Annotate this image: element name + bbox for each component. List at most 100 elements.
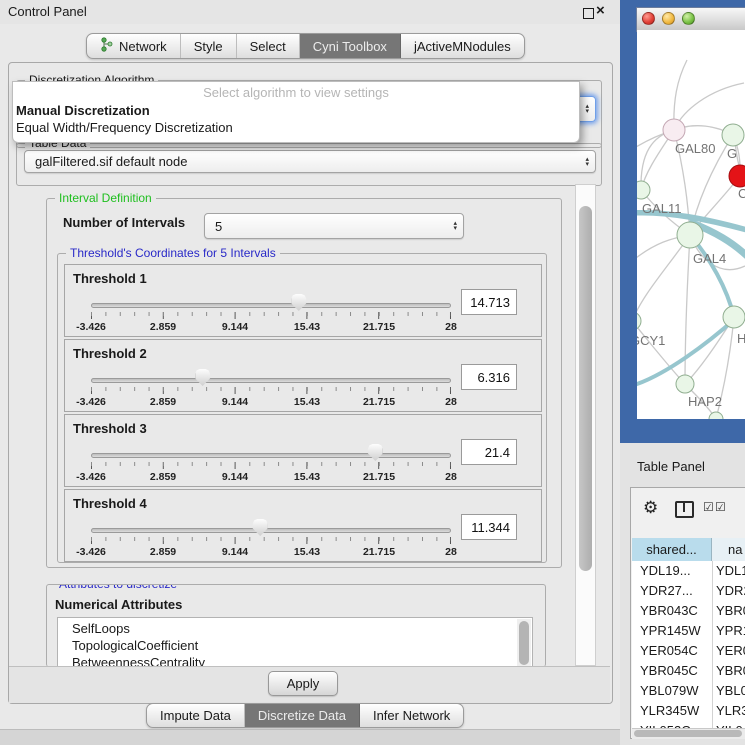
list-scrollbar-thumb[interactable] [519,621,529,665]
tab-jactivemnodules[interactable]: jActiveMNodules [401,34,524,58]
node-label-gal4: GAL4 [693,251,726,266]
tab-select-label: Select [250,39,286,54]
tick-label: 28 [445,471,457,483]
tab-style[interactable]: Style [181,34,237,58]
algorithm-popup-prompt: Select algorithm to view settings [13,85,579,100]
node-gal80[interactable] [663,119,685,141]
select-none-checkbox-icon[interactable]: ☑ [715,500,726,514]
threshold-1-slider[interactable]: -3.426 2.859 9.144 15.43 21.715 28 [91,293,451,335]
network-window-titlebar[interactable] [637,8,745,31]
cell-shared[interactable]: YBL079W [640,681,699,701]
node-label-hap2: HAP2 [688,394,722,409]
node-gal4[interactable] [677,222,703,248]
node-g[interactable] [722,124,744,146]
number-of-intervals-select[interactable]: 5 ▴ ▾ [204,213,464,239]
list-item-topologicalcoefficient[interactable]: TopologicalCoefficient [72,637,532,654]
stepper-down-icon: ▾ [585,109,589,114]
cell-name[interactable]: YBR0 [716,661,745,681]
tab-infer-network[interactable]: Infer Network [360,704,463,727]
cell-shared[interactable]: YBR043C [640,601,698,621]
cell-shared[interactable]: YPR145W [640,621,701,641]
node-label-c: C [738,186,745,201]
node-hap2[interactable] [676,375,694,393]
threshold-1-panel: Threshold 1 -3.426 2.859 9.144 15.43 21.… [64,264,542,337]
cell-shared[interactable]: YBR045C [640,661,698,681]
minimize-traffic-light-icon[interactable] [662,12,675,25]
table-row[interactable]: YDL19... YDL1 [632,561,745,581]
popup-option-equal-width-frequency[interactable]: Equal Width/Frequency Discretization [16,120,233,135]
node-gal11[interactable] [637,181,650,199]
panel-scrollbar[interactable] [575,184,596,666]
cell-name[interactable]: YDR2 [716,581,745,601]
tab-select[interactable]: Select [237,34,300,58]
column-header-name[interactable]: na [712,538,745,561]
threshold-1-value-field[interactable] [461,289,517,315]
cell-shared[interactable]: YIL052C [640,721,691,728]
threshold-2-slider[interactable]: -3.426 2.859 9.144 15.43 21.715 28 [91,368,451,410]
threshold-2-value-field[interactable] [461,364,517,390]
network-view-window[interactable]: GAL80 G C GAL11 GAL4 GCY1 H HAP2 [620,0,745,443]
maximize-traffic-light-icon[interactable] [682,12,695,25]
select-all-checkbox-icon[interactable]: ☑ [703,500,714,514]
tab-impute-data[interactable]: Impute Data [147,704,245,727]
tick-label: -3.426 [76,471,106,483]
table-horizontal-scrollbar[interactable] [632,728,745,739]
column-header-shared-name[interactable]: shared... [632,538,712,561]
cell-name[interactable]: YER0 [716,641,745,661]
table-body[interactable]: YDL19... YDL1 YDR27... YDR2 YBR043C YBR0 YP… [632,561,745,728]
panel-scrollbar-thumb[interactable] [579,206,592,571]
threshold-3-value-field[interactable] [461,439,517,465]
threshold-1-label: Threshold 1 [73,271,147,286]
close-icon[interactable]: × [596,2,605,19]
cell-name[interactable]: YBL0 [716,681,745,701]
table-row[interactable]: YER054C YER0 [632,641,745,661]
node-label-gal80: GAL80 [675,141,715,156]
tab-network[interactable]: Network [87,34,181,58]
table-row[interactable]: YIL052C YIL0 [632,721,745,728]
threshold-3-slider[interactable]: -3.426 2.859 9.144 15.43 21.715 28 [91,443,451,485]
threshold-4-slider[interactable]: -3.426 2.859 9.144 15.43 21.715 28 [91,518,451,560]
cell-name[interactable]: YLR3 [716,701,745,721]
node-gcy1[interactable] [637,312,641,330]
numerical-attributes-list[interactable]: SelfLoops TopologicalCoefficient Between… [57,617,533,667]
list-item-selfloops[interactable]: SelfLoops [72,620,532,637]
table-row[interactable]: YBR045C YBR0 [632,661,745,681]
table-horizontal-scrollbar-thumb[interactable] [634,730,742,737]
node-label-gcy1: GCY1 [637,333,665,348]
stepper-icon: ▴ ▾ [585,157,589,167]
table-data-select[interactable]: galFiltered.sif default node ▴ ▾ [24,150,596,173]
node-selected-red[interactable] [729,165,745,187]
table-row[interactable]: YPR145W YPR1 [632,621,745,641]
tick-label: 2.859 [150,396,176,408]
tab-discretize-data-label: Discretize Data [258,708,346,723]
cell-name[interactable]: YDL1 [716,561,745,581]
popup-option-manual-discretization[interactable]: Manual Discretization [16,103,150,118]
cell-shared[interactable]: YDL19... [640,561,691,581]
cell-name[interactable]: YPR1 [716,621,745,641]
threshold-4-label: Threshold 4 [73,496,147,511]
columns-icon[interactable] [675,501,694,518]
cell-shared[interactable]: YLR345W [640,701,699,721]
tab-cyni-toolbox[interactable]: Cyni Toolbox [300,34,401,58]
close-traffic-light-icon[interactable] [642,12,655,25]
list-scrollbar[interactable] [517,619,531,667]
cell-name[interactable]: YBR0 [716,601,745,621]
table-row[interactable]: YLR345W YLR3 [632,701,745,721]
network-canvas[interactable]: GAL80 G C GAL11 GAL4 GCY1 H HAP2 [637,30,745,419]
node-h[interactable] [723,306,745,328]
node-label-gal11: GAL11 [642,201,682,216]
cell-shared[interactable]: YER054C [640,641,698,661]
cell-shared[interactable]: YDR27... [640,581,693,601]
tab-discretize-data[interactable]: Discretize Data [245,704,360,727]
threshold-4-value-field[interactable] [461,514,517,540]
tick-label: 2.859 [150,321,176,333]
table-row[interactable]: YBL079W YBL0 [632,681,745,701]
tab-jactivemnodules-label: jActiveMNodules [414,39,511,54]
cell-name[interactable]: YIL0 [716,721,743,728]
node-label-h: H [737,331,745,346]
gear-icon[interactable]: ⚙ [643,498,658,518]
table-row[interactable]: YDR27... YDR2 [632,581,745,601]
float-window-icon[interactable] [583,8,594,19]
table-row[interactable]: YBR043C YBR0 [632,601,745,621]
apply-button[interactable]: Apply [268,671,338,696]
